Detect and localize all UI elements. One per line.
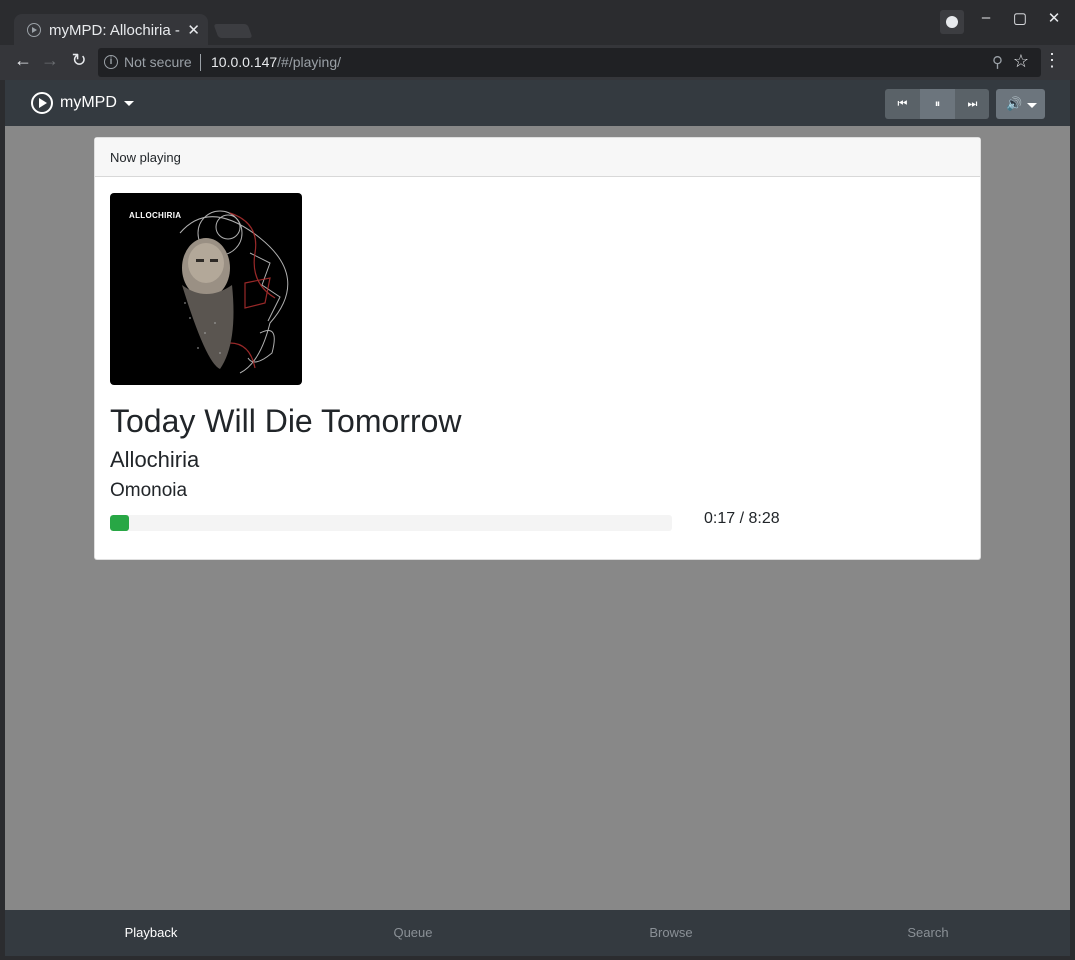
cover-artwork [179,210,289,374]
url-divider [200,54,201,71]
forward-button[interactable]: → [38,50,62,71]
playback-controls: ⏮ ⏸ ⏭ [885,89,989,119]
tab-playback[interactable]: Playback [18,910,284,956]
bottom-nav: Playback Queue Browse Search [5,910,1070,956]
browser-titlebar: myMPD: Allochiria - Today Will Die Tomor… [0,0,1075,45]
browser-toolbar: ← → ↻ i Not secure 10.0.0.147/#/playing/… [0,45,1075,80]
close-window-button[interactable]: ✕ [1039,9,1069,27]
now-playing-card: Now playing ALLOCHIRIA Today Will Die To… [94,137,981,560]
previous-button[interactable]: ⏮ [885,89,920,119]
reload-button[interactable]: ↻ [67,50,91,71]
tab-queue[interactable]: Queue [280,910,546,956]
url-host: 10.0.0.147 [211,54,278,70]
url-path: /#/playing/ [277,54,341,70]
mympd-favicon-icon [27,23,41,37]
tab-browse[interactable]: Browse [538,910,804,956]
app-navbar: myMPD ⏮ ⏸ ⏭ 🔊 [5,80,1070,126]
tab-title: myMPD: Allochiria - Today Will Die Tomor… [49,22,184,39]
tab-search[interactable]: Search [795,910,1061,956]
back-button[interactable]: ← [11,50,35,71]
info-icon[interactable]: i [104,55,118,69]
profile-icon[interactable] [940,10,964,34]
progress-bar[interactable] [110,515,672,531]
brand-name: myMPD [60,94,117,111]
card-header: Now playing [95,138,980,177]
next-button[interactable]: ⏭ [955,89,989,119]
close-tab-icon[interactable]: ✕ [187,21,200,39]
bookmark-star-icon[interactable]: ☆ [1013,51,1029,72]
pause-button[interactable]: ⏸ [920,89,955,119]
time-separator: / [739,510,745,527]
volume-icon: 🔊 [1006,96,1023,111]
song-artist: Allochiria [110,447,200,472]
elapsed-time: 0:17 [704,510,736,527]
new-tab-button[interactable] [213,24,253,38]
playback-time: 0:17 / 8:28 [704,510,780,528]
zoom-icon[interactable]: ⚲ [992,53,1003,71]
minimize-button[interactable]: – [971,9,1001,26]
maximize-button[interactable]: ▢ [1005,9,1035,27]
total-time: 8:28 [748,510,780,527]
browser-menu-icon[interactable]: ⋮ [1043,50,1061,71]
address-bar[interactable]: i Not secure 10.0.0.147/#/playing/ ⚲ ☆ [98,48,1041,77]
security-label: Not secure [124,54,192,70]
page-viewport: myMPD ⏮ ⏸ ⏭ 🔊 Now playing ALLOCHIRIA Tod… [5,80,1070,956]
browser-tab[interactable]: myMPD: Allochiria - Today Will Die Tomor… [14,14,208,45]
volume-dropdown[interactable]: 🔊 [996,89,1045,119]
song-album: Omonoia [110,480,188,501]
progress-fill [110,515,129,531]
caret-down-icon [1027,103,1037,108]
url-text[interactable]: 10.0.0.147/#/playing/ [211,54,341,70]
album-cover: ALLOCHIRIA [110,193,302,385]
caret-down-icon [124,101,134,106]
song-title: Today Will Die Tomorrow [110,403,462,439]
play-circle-icon [31,92,53,114]
